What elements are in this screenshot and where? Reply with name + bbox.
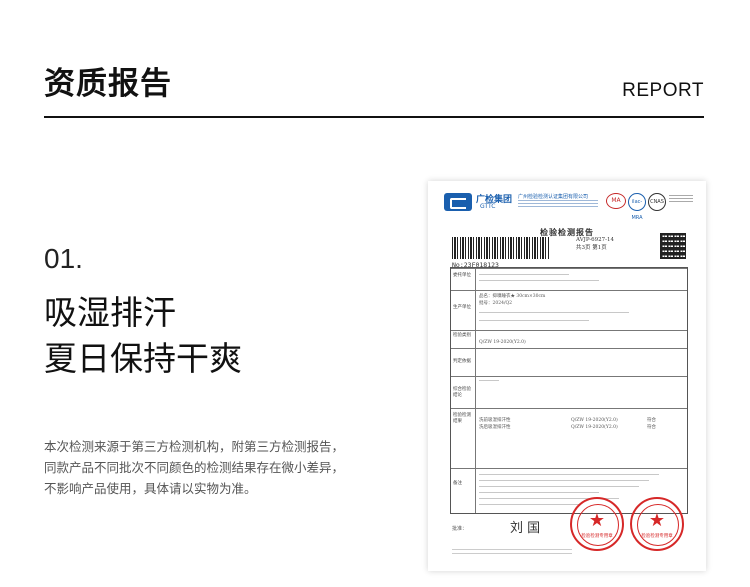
description-line-2: 同款产品不同批次不同颜色的检测结果存在微小差异， <box>44 460 345 475</box>
standard-line: Q/ZW 19-2020(Y2.0) <box>479 340 526 345</box>
result-item-2: 洗后吸湿排汗性 <box>479 425 511 430</box>
table-row: 检验检测结果 <box>451 408 687 424</box>
description-line-1: 本次检测来源于第三方检测机构，附第三方检测报告， <box>44 439 345 454</box>
result-verdict-2: 符合 <box>647 425 656 430</box>
ilac-mark-icon: ilac-MRA <box>628 193 646 221</box>
table-row: 生产单位 <box>451 290 687 310</box>
result-verdict-1: 符合 <box>647 418 656 423</box>
test-report-image: 广检集团 GTTC 广州检验检测认证集团有限公司 MA ilac-MRA CNA… <box>428 181 706 571</box>
report-table: 委托单位 生产单位 品名：抑嗅睡衣★ 30cm×30cm 批号：2024/Q2 … <box>450 267 688 514</box>
table-row: 检验类别 <box>451 330 687 338</box>
result-item-1: 洗前吸湿排汗性 <box>479 418 511 423</box>
cnas-mark-icon: CNAS <box>648 193 666 211</box>
gttc-logo-icon <box>444 193 472 211</box>
org-sub: GTTC <box>480 203 496 210</box>
row-label: 综合检验结论 <box>453 387 471 398</box>
seal-stamp-icon: ★ 检验检测专用章 <box>570 497 624 551</box>
table-row: 备注 <box>451 468 687 486</box>
row-label: 检验类别 <box>453 333 471 338</box>
row-label: 委托单位 <box>453 273 471 278</box>
seal-text: 检验检测专用章 <box>581 534 613 539</box>
page-title: 资质报告 <box>44 66 172 102</box>
signature: 刘 国 <box>510 521 541 536</box>
footer-lines <box>452 549 572 557</box>
qr-code <box>660 233 686 259</box>
seal-stamp-icon: ★ 检验检测专用章 <box>630 497 684 551</box>
product-line: 品名：抑嗅睡衣★ 30cm×30cm <box>479 294 546 299</box>
barcode <box>452 237 550 259</box>
description-line-3: 不影响产品使用，具体请以实物为准。 <box>44 481 257 496</box>
seal-text: 检验检测专用章 <box>641 534 673 539</box>
section-number: 01. <box>44 243 83 274</box>
report-label: REPORT <box>622 80 704 101</box>
headline-line-1: 吸湿排汗 <box>44 293 176 332</box>
result-standard-2: Q/ZW 19-2020(Y2.0) <box>571 425 618 430</box>
table-row: 综合检验结论 <box>451 376 687 398</box>
section-description: 本次检测来源于第三方检测机构，附第三方检测报告， 同款产品不同批次不同颜色的检测… <box>44 436 344 499</box>
table-row: 判定依据 <box>451 348 687 364</box>
mark-info-lines <box>669 195 693 204</box>
page-info: 共3页 第1页 <box>576 244 607 251</box>
headline-line-2: 夏日保持干爽 <box>44 339 242 378</box>
row-label: 判定依据 <box>453 359 471 364</box>
table-row: 委托单位 <box>451 268 687 278</box>
ma-mark-icon: MA <box>606 193 626 209</box>
report-meta: AVJP-6927-14 共3页 第1页 <box>576 237 614 252</box>
org-info-lines <box>518 200 598 209</box>
table-divider <box>475 268 476 513</box>
org-full-name: 广州检验检测认证集团有限公司 <box>518 194 589 200</box>
section-headline: 吸湿排汗 夏日保持干爽 <box>44 290 242 382</box>
row-label: 检验检测结果 <box>453 413 471 424</box>
row-label: 生产单位 <box>453 305 471 310</box>
result-standard-1: Q/ZW 19-2020(Y2.0) <box>571 418 618 423</box>
row-label: 备注 <box>453 481 462 486</box>
report-code: AVJP-6927-14 <box>576 237 614 243</box>
batch-line: 批号：2024/Q2 <box>479 301 513 306</box>
signer-label: 批准： <box>452 526 468 532</box>
header-divider <box>44 116 704 118</box>
